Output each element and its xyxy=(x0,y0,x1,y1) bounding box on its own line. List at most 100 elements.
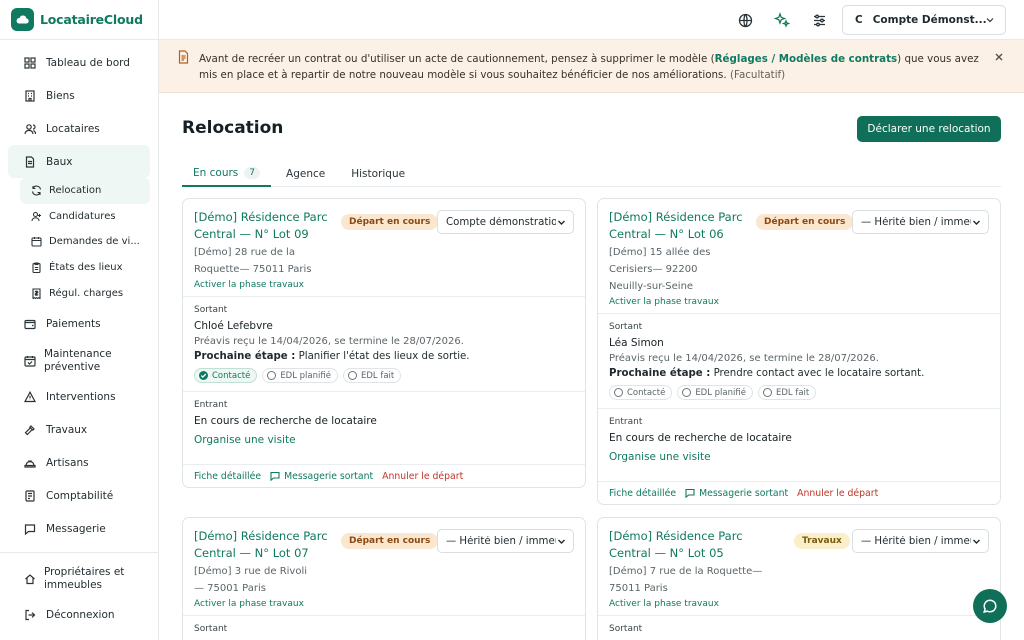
sidebar-item-locataires[interactable]: Locataires xyxy=(8,112,150,145)
chip-label: EDL fait xyxy=(775,387,810,398)
chip-edl-fait[interactable]: EDL fait xyxy=(342,368,402,383)
alert-icon xyxy=(24,391,38,403)
property-address: [Démo] 7 rue de la Roquette— 75011 Paris xyxy=(609,566,763,594)
check-circle-icon xyxy=(199,371,208,380)
activate-works-link[interactable]: Activer la phase travaux xyxy=(194,599,574,609)
cancel-departure-link[interactable]: Annuler le départ xyxy=(797,488,878,499)
status-badge: Travaux xyxy=(794,533,850,549)
circle-icon xyxy=(762,388,772,397)
sidebar-item-deconnexion[interactable]: Déconnexion xyxy=(8,599,150,632)
card-header: [Démo] Résidence Parc Central — N° Lot 0… xyxy=(183,518,585,615)
sidebar-item-maintenance[interactable]: Maintenance préventive xyxy=(8,341,150,381)
sidebar-item-baux[interactable]: Baux xyxy=(8,145,150,178)
sidebar-subitem-demandes[interactable]: Demandes de vi... xyxy=(20,229,150,255)
cancel-departure-link[interactable]: Annuler le départ xyxy=(382,471,463,482)
hammer-icon xyxy=(24,424,38,436)
card-footer: Fiche détaillée Messagerie sortant Annul… xyxy=(598,481,1000,504)
activate-works-link[interactable]: Activer la phase travaux xyxy=(609,297,989,307)
relocation-card: [Démo] Résidence Parc Central — N° Lot 0… xyxy=(182,517,586,640)
chip-edl-planifie[interactable]: EDL planifié xyxy=(262,368,338,383)
property-title-link[interactable]: [Démo] Résidence Parc Central — N° Lot 0… xyxy=(609,528,751,562)
property-title-link[interactable]: [Démo] Résidence Parc Central — N° Lot 0… xyxy=(609,209,751,243)
sidebar-subitem-etats-des-lieux[interactable]: États des lieux xyxy=(20,255,150,281)
banner-settings-link[interactable]: Réglages / Modèles de contrats xyxy=(715,53,898,65)
file-icon xyxy=(24,155,38,168)
sliders-icon[interactable] xyxy=(810,11,828,29)
property-title-link[interactable]: [Démo] Résidence Parc Central — N° Lot 0… xyxy=(194,528,336,562)
sidebar-item-interventions[interactable]: Interventions xyxy=(8,381,150,414)
sparkles-icon[interactable] xyxy=(773,11,791,29)
sidebar-item-dashboard[interactable]: Tableau de bord xyxy=(8,46,150,79)
sidebar-item-messagerie[interactable]: Messagerie xyxy=(8,513,150,546)
sidebar-subitem-regul-charges[interactable]: Régul. charges xyxy=(20,280,150,306)
tab-en-cours[interactable]: En cours 7 xyxy=(182,161,272,187)
card-footer: Fiche détaillée Messagerie sortant Annul… xyxy=(183,464,585,487)
account-switcher[interactable]: C Compte Démonst... xyxy=(842,5,1006,35)
sidebar-item-label: Biens xyxy=(46,89,75,102)
relocation-card: [Démo] Résidence Parc Central — N° Lot 0… xyxy=(597,517,1001,640)
assignee-select[interactable]: Compte démonstratio xyxy=(437,210,574,234)
card-header: [Démo] Résidence Parc Central — N° Lot 0… xyxy=(598,518,1000,615)
sidebar-item-travaux[interactable]: Travaux xyxy=(8,414,150,447)
sidebar-item-proprietaires[interactable]: Propriétaires et immeubles xyxy=(8,559,150,599)
message-icon xyxy=(24,523,38,536)
organise-visit-link[interactable]: Organise une visite xyxy=(609,451,989,463)
home-icon xyxy=(24,573,36,585)
circle-icon xyxy=(347,371,357,380)
detail-link[interactable]: Fiche détaillée xyxy=(194,471,261,482)
select-value: — Hérité bien / immeu xyxy=(446,535,556,547)
tab-count-badge: 7 xyxy=(244,167,261,179)
sidebar-item-artisans[interactable]: Artisans xyxy=(8,447,150,480)
chevron-down-icon xyxy=(557,537,566,549)
globe-icon[interactable] xyxy=(736,11,754,29)
chip-edl-planifie[interactable]: EDL planifié xyxy=(677,385,753,400)
chat-bubble-icon xyxy=(982,598,998,614)
main-nav: Tableau de bord Biens Locataires Baux Re… xyxy=(0,40,158,632)
messaging-link[interactable]: Messagerie sortant xyxy=(270,471,373,482)
declare-relocation-button[interactable]: Déclarer une relocation xyxy=(857,116,1001,142)
activate-works-link[interactable]: Activer la phase travaux xyxy=(609,599,989,609)
chip-label: EDL planifié xyxy=(280,370,331,381)
message-icon xyxy=(270,471,280,481)
tab-historique[interactable]: Historique xyxy=(340,161,416,187)
detail-link[interactable]: Fiche détaillée xyxy=(609,488,676,499)
banner-message: Avant de recréer un contrat ou d'utilise… xyxy=(199,51,979,83)
app-logo[interactable]: LocataireCloud xyxy=(0,0,158,40)
messaging-label: Messagerie sortant xyxy=(699,487,789,499)
chip-label: EDL planifié xyxy=(695,387,746,398)
building-icon xyxy=(24,89,38,102)
messaging-link[interactable]: Messagerie sortant xyxy=(685,488,788,499)
sidebar-subitem-candidatures[interactable]: Candidatures xyxy=(20,204,150,230)
assignee-select[interactable]: — Hérité bien / immeu xyxy=(852,529,989,553)
sidebar-item-paiements[interactable]: Paiements xyxy=(8,308,150,341)
assignee-select[interactable]: — Hérité bien / immeu xyxy=(437,529,574,553)
circle-icon xyxy=(614,388,623,397)
chip-contacte[interactable]: Contacté xyxy=(609,385,673,400)
next-step: Prochaine étape : Prendre contact avec l… xyxy=(609,368,989,379)
chip-label: Contacté xyxy=(212,370,251,381)
sidebar-subitem-relocation[interactable]: Relocation xyxy=(20,178,150,204)
tab-label: Historique xyxy=(351,168,406,180)
property-title-link[interactable]: [Démo] Résidence Parc Central — N° Lot 0… xyxy=(194,209,336,243)
close-icon[interactable] xyxy=(994,52,1004,65)
account-name: Compte Démonst... xyxy=(872,14,987,26)
sidebar-item-label: Interventions xyxy=(46,391,116,404)
chip-edl-fait[interactable]: EDL fait xyxy=(757,385,817,400)
sidebar-item-biens[interactable]: Biens xyxy=(8,79,150,112)
users-icon xyxy=(24,123,38,135)
assignee-select[interactable]: — Hérité bien / immeu xyxy=(852,210,989,234)
chip-label: Contacté xyxy=(627,387,666,398)
sidebar-item-comptabilite[interactable]: Comptabilité xyxy=(8,480,150,513)
baux-submenu: Relocation Candidatures Demandes de vi..… xyxy=(20,178,150,306)
chat-support-button[interactable] xyxy=(973,589,1007,623)
sidebar-subitem-label: Relocation xyxy=(49,185,102,197)
section-label: Sortant xyxy=(194,624,228,634)
tab-agence[interactable]: Agence xyxy=(275,161,336,187)
tab-label: Agence xyxy=(286,168,326,180)
sidebar-subitem-label: Régul. charges xyxy=(49,287,124,299)
chip-label: EDL fait xyxy=(360,370,395,381)
chip-contacte[interactable]: Contacté xyxy=(194,368,258,383)
activate-works-link[interactable]: Activer la phase travaux xyxy=(194,280,574,290)
organise-visit-link[interactable]: Organise une visite xyxy=(194,434,574,446)
sidebar-item-label: Tableau de bord xyxy=(46,56,130,69)
